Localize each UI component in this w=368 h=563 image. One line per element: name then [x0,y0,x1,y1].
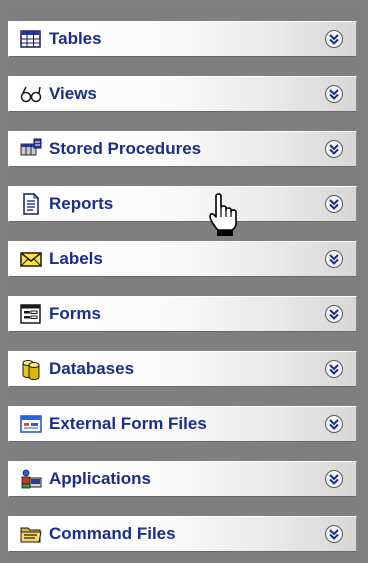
table-icon [20,28,42,50]
chevron-double-down-icon[interactable] [324,29,344,49]
applications-icon [20,468,42,490]
section-reports[interactable]: Reports [8,186,357,222]
section-label: Applications [49,469,152,488]
envelope-icon [20,248,42,270]
chevron-double-down-icon[interactable] [324,414,344,434]
database-icon [20,358,42,380]
form-icon [20,303,42,325]
glasses-icon [20,83,42,105]
chevron-double-down-icon[interactable] [324,194,344,214]
section-label: Views [49,84,97,103]
section-label: Labels [49,249,103,268]
section-label: Databases [49,359,135,378]
chevron-double-down-icon[interactable] [324,469,344,489]
section-tables[interactable]: Tables [8,21,357,57]
report-icon [20,193,42,215]
section-views[interactable]: Views [8,76,357,112]
section-label: Reports [49,194,114,213]
section-external-form-files[interactable]: External Form Files [8,406,357,442]
section-label: Command Files [49,524,176,543]
stored-procedures-icon [20,138,42,160]
chevron-double-down-icon[interactable] [324,139,344,159]
chevron-double-down-icon[interactable] [324,84,344,104]
section-label: Stored Procedures [49,139,202,158]
section-labels[interactable]: Labels [8,241,357,277]
section-label: Forms [49,304,101,323]
section-forms[interactable]: Forms [8,296,357,332]
section-command-files[interactable]: Command Files [8,516,357,552]
section-label: External Form Files [49,414,207,433]
navigation-panel: Tables Views Stored Procedures Reports L… [4,3,364,560]
chevron-double-down-icon[interactable] [324,304,344,324]
folder-icon [20,523,42,545]
section-applications[interactable]: Applications [8,461,357,497]
chevron-double-down-icon[interactable] [324,249,344,269]
section-stored-procedures[interactable]: Stored Procedures [8,131,357,167]
section-label: Tables [49,29,102,48]
chevron-double-down-icon[interactable] [324,359,344,379]
external-form-icon [20,413,42,435]
chevron-double-down-icon[interactable] [324,524,344,544]
section-databases[interactable]: Databases [8,351,357,387]
